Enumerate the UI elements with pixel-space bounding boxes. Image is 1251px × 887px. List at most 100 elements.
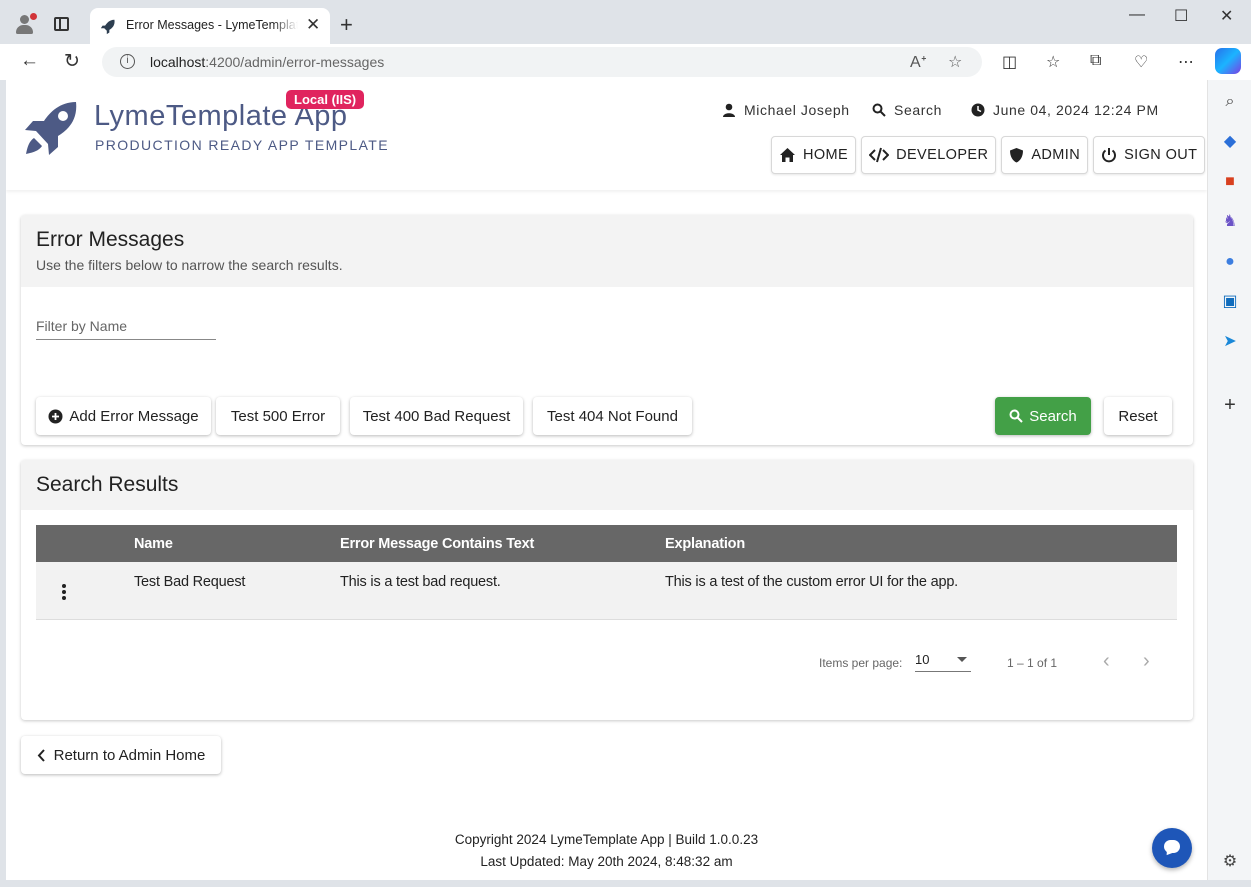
address-bar[interactable]: i localhost:4200/admin/error-messages Aᐩ… bbox=[102, 47, 982, 77]
test-500-button[interactable]: Test 500 Error bbox=[216, 397, 340, 435]
browser-titlebar: Error Messages - LymeTemplate App ✕ + — … bbox=[0, 0, 1251, 44]
chevron-left-icon bbox=[37, 748, 45, 762]
column-header-name[interactable]: Name bbox=[134, 536, 173, 552]
footer-last-updated: Last Updated: May 20th 2024, 8:48:32 am bbox=[480, 854, 733, 869]
maximize-icon[interactable]: ☐ bbox=[1174, 6, 1188, 26]
games-icon[interactable]: ♞ bbox=[1220, 212, 1240, 232]
add-sidebar-app-icon[interactable]: + bbox=[1220, 395, 1240, 415]
browser-tab[interactable]: Error Messages - LymeTemplate App ✕ bbox=[90, 8, 330, 44]
table-row[interactable]: Test Bad Request This is a test bad requ… bbox=[36, 562, 1177, 620]
tab-actions-icon[interactable] bbox=[54, 17, 69, 31]
outlook-icon[interactable]: ▣ bbox=[1220, 292, 1240, 312]
read-aloud-icon[interactable]: Aᐩ bbox=[910, 52, 927, 72]
refresh-icon[interactable]: ↻ bbox=[64, 50, 80, 73]
dropdown-caret-icon bbox=[957, 657, 967, 662]
search-button-icon bbox=[1009, 409, 1023, 423]
return-to-admin-label: Return to Admin Home bbox=[53, 746, 206, 764]
minimize-icon[interactable]: — bbox=[1129, 6, 1145, 24]
browser-toolbar: ← ↻ i localhost:4200/admin/error-message… bbox=[0, 44, 1251, 80]
column-header-explanation[interactable]: Explanation bbox=[665, 536, 745, 552]
nav-admin-label: ADMIN bbox=[1031, 147, 1081, 163]
search-button-label: Search bbox=[1029, 407, 1077, 425]
send-icon[interactable]: ➤ bbox=[1220, 332, 1240, 352]
site-info-icon[interactable]: i bbox=[120, 54, 135, 69]
row-actions-kebab-icon[interactable] bbox=[60, 584, 68, 602]
sidebar-search-icon[interactable]: ⌕ bbox=[1220, 92, 1240, 112]
tab-title: Error Messages - LymeTemplate App bbox=[126, 18, 298, 32]
column-header-contains[interactable]: Error Message Contains Text bbox=[340, 536, 534, 552]
browser-essentials-icon[interactable]: ♡ bbox=[1134, 52, 1148, 72]
nav-developer-label: DEVELOPER bbox=[896, 147, 989, 163]
test-404-button[interactable]: Test 404 Not Found bbox=[533, 397, 692, 435]
more-options-icon[interactable]: ⋯ bbox=[1178, 52, 1194, 72]
items-per-page-select[interactable]: 10 bbox=[915, 652, 971, 672]
nav-developer-button[interactable]: DEVELOPER bbox=[861, 136, 997, 174]
edge-sidebar: ⌕ ◆ ■ ♞ ● ▣ ➤ + ⚙ bbox=[1207, 80, 1251, 887]
items-per-page-label: Items per page: bbox=[819, 656, 903, 670]
previous-page-icon[interactable]: ‹ bbox=[1103, 650, 1110, 673]
results-card: Search Results Name Error Message Contai… bbox=[21, 460, 1193, 720]
new-tab-button[interactable]: + bbox=[340, 12, 353, 38]
pagination-range: 1 – 1 of 1 bbox=[1007, 656, 1058, 670]
return-to-admin-button[interactable]: Return to Admin Home bbox=[21, 736, 221, 774]
shopping-tag-icon[interactable]: ◆ bbox=[1220, 132, 1240, 152]
back-icon[interactable]: ← bbox=[20, 50, 39, 72]
chat-bubble-icon[interactable] bbox=[1152, 828, 1192, 868]
header-search-label: Search bbox=[894, 102, 942, 118]
cell-name: Test Bad Request bbox=[134, 574, 246, 590]
split-screen-icon[interactable]: ◫ bbox=[1002, 52, 1017, 72]
nav-admin-button[interactable]: ADMIN bbox=[1001, 136, 1089, 174]
app-header: LymeTemplate App Local (IIS) PRODUCTION … bbox=[6, 80, 1207, 190]
url-text[interactable]: localhost:4200/admin/error-messages bbox=[150, 54, 384, 70]
table-header-row: Name Error Message Contains Text Explana… bbox=[36, 525, 1177, 562]
clock-icon bbox=[971, 103, 985, 117]
environment-badge: Local (IIS) bbox=[286, 90, 365, 109]
shield-icon bbox=[1010, 148, 1024, 163]
window-close-icon[interactable]: ✕ bbox=[1220, 6, 1233, 26]
page-viewport: LymeTemplate App Local (IIS) PRODUCTION … bbox=[6, 80, 1207, 880]
user-name: Michael Joseph bbox=[744, 102, 850, 118]
microsoft365-icon[interactable]: ● bbox=[1220, 252, 1240, 272]
datetime-text: June 04, 2024 12:24 PM bbox=[993, 102, 1159, 118]
add-error-message-label: Add Error Message bbox=[69, 407, 199, 425]
home-icon bbox=[780, 148, 795, 162]
code-icon bbox=[869, 147, 890, 163]
filter-by-name-input[interactable]: Filter by Name bbox=[36, 318, 216, 340]
main-nav: HOME DEVELOPER ADMIN SIGN OUT bbox=[771, 136, 1206, 174]
header-search-link[interactable]: Search bbox=[872, 102, 942, 118]
nav-signout-button[interactable]: SIGN OUT bbox=[1093, 136, 1206, 174]
user-icon bbox=[723, 103, 735, 117]
nav-home-button[interactable]: HOME bbox=[771, 136, 857, 174]
nav-home-label: HOME bbox=[803, 147, 849, 163]
favorites-icon[interactable]: ☆ bbox=[1046, 52, 1060, 72]
app-subtitle: PRODUCTION READY APP TEMPLATE bbox=[95, 137, 389, 153]
window-bottom-border bbox=[0, 880, 1251, 887]
search-icon bbox=[872, 103, 886, 117]
power-icon bbox=[1102, 148, 1117, 163]
add-error-message-button[interactable]: Add Error Message bbox=[36, 397, 211, 435]
results-card-header: Search Results bbox=[21, 460, 1193, 510]
cell-explanation: This is a test of the custom error UI fo… bbox=[665, 574, 959, 590]
copilot-icon[interactable] bbox=[1215, 48, 1241, 74]
page-subtitle: Use the filters below to narrow the sear… bbox=[36, 257, 343, 273]
tools-icon[interactable]: ■ bbox=[1220, 172, 1240, 192]
page-footer: Copyright 2024 LymeTemplate App | Build … bbox=[6, 829, 1207, 873]
rocket-favicon-icon bbox=[100, 19, 115, 35]
favorite-star-icon[interactable]: ☆ bbox=[948, 52, 962, 72]
filters-card: Error Messages Use the filters below to … bbox=[21, 215, 1193, 445]
page-title: Error Messages bbox=[36, 228, 185, 251]
items-per-page-value: 10 bbox=[915, 652, 930, 667]
nav-signout-label: SIGN OUT bbox=[1124, 147, 1198, 163]
sidebar-settings-icon[interactable]: ⚙ bbox=[1220, 852, 1240, 872]
search-button[interactable]: Search bbox=[995, 397, 1091, 435]
next-page-icon[interactable]: › bbox=[1143, 650, 1150, 673]
header-datetime: June 04, 2024 12:24 PM bbox=[971, 102, 1159, 118]
rocket-logo-icon bbox=[25, 102, 77, 155]
profile-icon[interactable] bbox=[14, 13, 37, 35]
collections-icon[interactable]: ⧉ bbox=[1090, 52, 1101, 70]
user-menu[interactable]: Michael Joseph bbox=[722, 102, 850, 118]
tab-close-icon[interactable]: ✕ bbox=[306, 15, 320, 35]
reset-button[interactable]: Reset bbox=[1104, 397, 1172, 435]
test-400-button[interactable]: Test 400 Bad Request bbox=[350, 397, 523, 435]
filters-card-header: Error Messages Use the filters below to … bbox=[21, 215, 1193, 287]
